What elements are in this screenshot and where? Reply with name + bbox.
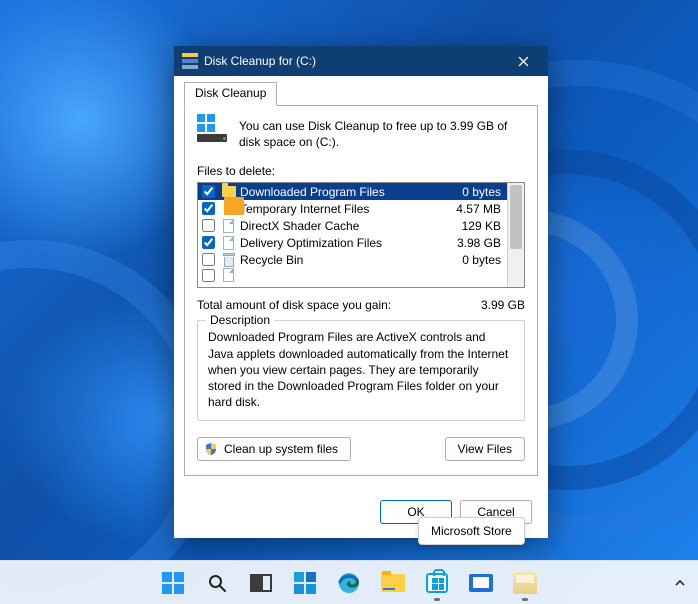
taskview-icon	[250, 574, 272, 592]
file-checkbox[interactable]	[202, 269, 215, 282]
files-to-delete-label: Files to delete:	[197, 164, 525, 178]
file-size: 129 KB	[431, 219, 503, 233]
windows-icon	[162, 572, 184, 594]
mail-icon	[469, 574, 493, 592]
taskview-button[interactable]	[241, 563, 281, 603]
store-icon	[426, 573, 448, 593]
file-size: 4.57 MB	[431, 202, 503, 216]
file-row[interactable]: Delivery Optimization Files 3.98 GB	[198, 234, 507, 251]
description-group: Description Downloaded Program Files are…	[197, 320, 525, 421]
file-name: Temporary Internet Files	[240, 202, 427, 216]
window-title: Disk Cleanup for (C:)	[204, 54, 502, 68]
search-icon	[207, 573, 227, 593]
disk-cleanup-dialog: Disk Cleanup for (C:) Disk Cleanup You c…	[174, 46, 548, 538]
file-name: DirectX Shader Cache	[240, 219, 427, 233]
explorer-button[interactable]	[373, 563, 413, 603]
file-checkbox[interactable]	[202, 202, 215, 215]
store-button[interactable]	[417, 563, 457, 603]
total-gain-label: Total amount of disk space you gain:	[197, 298, 481, 312]
taskbar	[0, 560, 698, 604]
file-size: 0 bytes	[431, 253, 503, 267]
edge-icon	[337, 571, 361, 595]
info-text: You can use Disk Cleanup to free up to 3…	[239, 118, 525, 150]
file-size: 0 bytes	[431, 185, 503, 199]
explorer-icon	[381, 574, 405, 592]
close-icon	[518, 56, 529, 67]
desktop: Disk Cleanup for (C:) Disk Cleanup You c…	[0, 0, 698, 604]
file-row[interactable]	[198, 268, 507, 282]
description-legend: Description	[206, 313, 274, 327]
drive-icon	[197, 118, 229, 142]
mail-button[interactable]	[461, 563, 501, 603]
description-text: Downloaded Program Files are ActiveX con…	[208, 329, 514, 410]
file-row[interactable]: Temporary Internet Files 4.57 MB	[198, 200, 507, 217]
edge-button[interactable]	[329, 563, 369, 603]
file-row[interactable]: Recycle Bin 0 bytes	[198, 251, 507, 268]
widgets-button[interactable]	[285, 563, 325, 603]
file-checkbox[interactable]	[202, 236, 215, 249]
app-icon	[513, 572, 537, 594]
file-row[interactable]: DirectX Shader Cache 129 KB	[198, 217, 507, 234]
file-name: Recycle Bin	[240, 253, 427, 267]
disk-cleanup-icon	[182, 53, 198, 69]
close-button[interactable]	[502, 47, 544, 75]
total-gain-value: 3.99 GB	[481, 298, 525, 312]
file-row[interactable]: Downloaded Program Files 0 bytes	[198, 183, 507, 200]
view-files-button[interactable]: View Files	[445, 437, 525, 461]
tab-disk-cleanup[interactable]: Disk Cleanup	[184, 82, 277, 106]
clean-system-files-button[interactable]: Clean up system files	[197, 437, 351, 461]
file-list[interactable]: Downloaded Program Files0 bytesTemporary…	[198, 183, 507, 287]
start-button[interactable]	[153, 563, 193, 603]
file-checkbox[interactable]	[202, 185, 215, 198]
titlebar[interactable]: Disk Cleanup for (C:)	[174, 46, 548, 76]
app-button[interactable]	[505, 563, 545, 603]
widgets-icon	[294, 572, 316, 594]
list-scrollbar[interactable]	[507, 183, 524, 287]
file-size: 3.98 GB	[431, 236, 503, 250]
tray-chevron-icon[interactable]	[674, 577, 686, 589]
clean-system-files-label: Clean up system files	[224, 442, 338, 456]
tab-strip: Disk Cleanup	[184, 82, 538, 106]
taskbar-tooltip: Microsoft Store	[418, 517, 525, 545]
file-checkbox[interactable]	[202, 219, 215, 232]
shield-icon	[204, 442, 218, 456]
file-name: Downloaded Program Files	[240, 185, 427, 199]
file-checkbox[interactable]	[202, 253, 215, 266]
search-button[interactable]	[197, 563, 237, 603]
file-name: Delivery Optimization Files	[240, 236, 427, 250]
